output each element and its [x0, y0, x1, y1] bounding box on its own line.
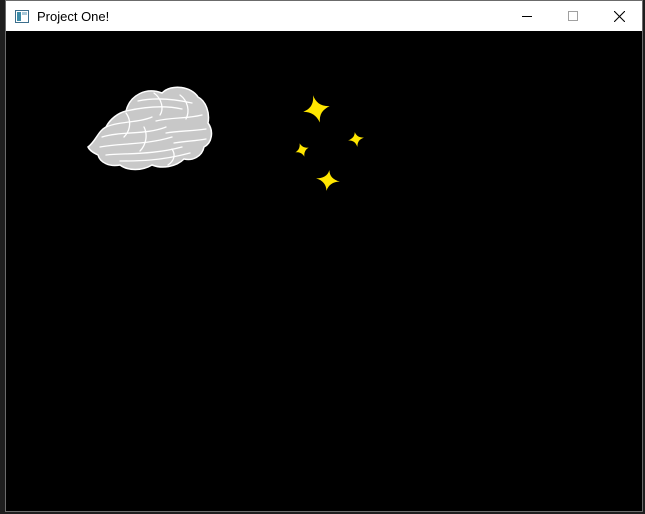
- star-small-left: [295, 143, 309, 157]
- minimize-icon: [522, 16, 532, 17]
- cloud-shape: [87, 86, 213, 171]
- star-medium: [316, 170, 340, 191]
- star-small-right: [348, 132, 364, 147]
- maximize-icon: [568, 11, 578, 21]
- close-button[interactable]: [596, 1, 642, 31]
- window-title: Project One!: [37, 8, 110, 24]
- app-window: Project One!: [5, 0, 643, 512]
- minimize-button[interactable]: [504, 1, 550, 31]
- maximize-button[interactable]: [550, 1, 596, 31]
- render-canvas[interactable]: [6, 31, 642, 511]
- title-bar[interactable]: Project One!: [6, 1, 642, 31]
- window-controls: [504, 1, 642, 31]
- close-icon: [613, 10, 625, 22]
- app-window-icon: [14, 8, 30, 24]
- scene-graphics: [87, 86, 364, 191]
- star-large: [303, 95, 330, 123]
